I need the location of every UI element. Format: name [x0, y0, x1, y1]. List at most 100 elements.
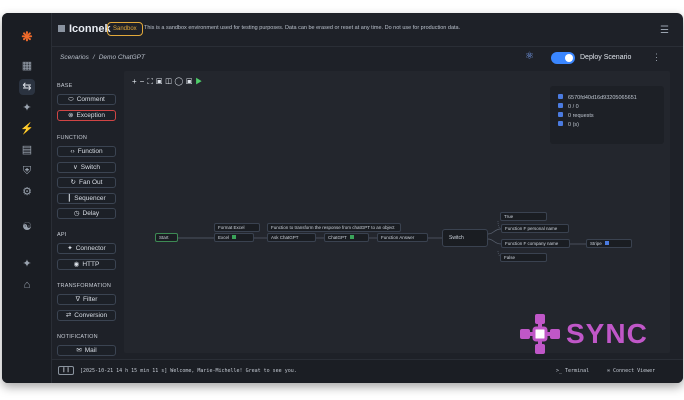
- node-label: Function F personal name: [505, 226, 558, 231]
- palette-item-conversion[interactable]: ⇄ Conversion: [57, 309, 116, 321]
- palette-item-label: Delay: [82, 210, 100, 217]
- fan-out-icon: ↻: [70, 179, 76, 186]
- scenario-header: Scenarios / Demo ChatGPT ⚛ Deploy Scenario…: [52, 47, 683, 69]
- palette-section-title: TRANSFORMATION: [57, 283, 112, 289]
- terminal-label: Terminal: [565, 368, 590, 374]
- palette-item-fan-out[interactable]: ↻ Fan Out: [57, 177, 116, 188]
- dashboard-icon[interactable]: ▦: [19, 58, 35, 74]
- palette-item-delay[interactable]: ◷ Delay: [57, 208, 116, 219]
- console-log: [2025-10-21 14 h 15 min 11 s] Welcome, M…: [80, 368, 297, 374]
- palette-item-mail[interactable]: ✉ Mail: [57, 345, 116, 356]
- node-palette: BASE ⬭ Comment ⊗ Exception FUNCTION ‹› Function…: [52, 69, 122, 359]
- chatgpt-icon: [349, 235, 354, 239]
- palette-item-switch[interactable]: ∨ Switch: [57, 161, 116, 173]
- palette-section-title: API: [57, 232, 67, 238]
- breadcrumb-root[interactable]: Scenarios: [60, 54, 89, 61]
- lightning-icon[interactable]: ⚡: [19, 121, 35, 137]
- sync-watermark-text: SYNC: [566, 318, 648, 349]
- palette-item-comment[interactable]: ⬭ Comment: [57, 94, 116, 105]
- palette-item-filter[interactable]: ∇ Filter: [57, 294, 116, 305]
- palette-item-function[interactable]: ‹› Function: [57, 146, 116, 157]
- node-stripe[interactable]: Stripe: [586, 239, 632, 248]
- share-icon[interactable]: ⚛: [525, 51, 534, 62]
- plugin-icon[interactable]: ✦: [19, 256, 35, 272]
- node-excel[interactable]: Excel: [214, 233, 254, 242]
- palette-item-connector[interactable]: ✦ Connector: [57, 243, 116, 254]
- menu-icon[interactable]: ☰: [660, 25, 669, 36]
- palette-item-label: Fan Out: [78, 179, 103, 186]
- brand-name: Iconnek: [69, 23, 111, 35]
- excel-icon: [232, 235, 237, 239]
- node-label: Excel: [218, 235, 230, 240]
- connect-viewer-button[interactable]: ∞ Connect Viewer: [607, 368, 655, 374]
- palette-item-label: Exception: [76, 111, 105, 119]
- clock-icon: ◷: [73, 210, 80, 217]
- palette-item-label: Switch: [80, 163, 100, 171]
- switch-icon: ∨: [73, 163, 78, 171]
- breadcrumb: Scenarios / Demo ChatGPT: [60, 54, 145, 61]
- sandbox-notice: This is a sandbox environment used for t…: [144, 25, 461, 31]
- stripe-icon: [604, 241, 609, 245]
- console-toggle-button[interactable]: ❙❙: [58, 366, 74, 375]
- node-label: Function F company name: [505, 241, 559, 246]
- sync-watermark: SYNC: [518, 312, 647, 356]
- mail-icon: ✉: [76, 347, 82, 354]
- connection-wires: [178, 220, 586, 258]
- palette-section-title: FUNCTION: [57, 135, 88, 141]
- breadcrumb-current: Demo ChatGPT: [98, 54, 145, 61]
- node-false[interactable]: False: [500, 253, 547, 262]
- node-label: Stripe: [590, 241, 602, 246]
- connectors-icon[interactable]: ✦: [19, 100, 35, 116]
- scenarios-icon[interactable]: ⇆: [19, 79, 35, 95]
- workflow-canvas[interactable]: +−⛶▣◫◯▣▶ 6570fd40d16d93205065651 0 / 00 r…: [124, 71, 670, 353]
- more-options-icon[interactable]: ⋮: [652, 52, 661, 63]
- palette-section-title: NOTIFICATION: [57, 334, 98, 340]
- node-chatgpt[interactable]: ChatGPT: [324, 233, 369, 242]
- settings-icon[interactable]: ⚙: [19, 184, 35, 200]
- palette-item-label: Comment: [76, 96, 105, 103]
- deploy-toggle[interactable]: [551, 52, 575, 64]
- conversion-icon: ⇄: [65, 311, 72, 319]
- console-bar: ❙❙ [2025-10-21 14 h 15 min 11 s] Welcome…: [52, 359, 683, 383]
- palette-item-label: Function: [77, 148, 103, 155]
- home-icon[interactable]: ⌂: [19, 277, 35, 293]
- globe-icon: ◉: [73, 260, 80, 268]
- sandbox-badge: Sandbox: [107, 22, 143, 36]
- node-function-answer[interactable]: Function Answer: [377, 233, 428, 242]
- node-start[interactable]: Start: [155, 233, 178, 242]
- palette-item-exception[interactable]: ⊗ Exception: [57, 109, 116, 121]
- node-switch[interactable]: Switch: [442, 229, 488, 247]
- node-label: Function Answer: [381, 235, 415, 240]
- node-label: ChatGPT: [328, 235, 347, 240]
- node-label: Switch: [449, 235, 464, 241]
- exception-icon: ⊗: [68, 111, 74, 119]
- palette-item-label: HTTP: [82, 260, 100, 268]
- palette-item-label: Mail: [84, 347, 97, 354]
- node-function-company-name[interactable]: Function F company name: [501, 239, 570, 248]
- terminal-button[interactable]: >_ Terminal: [556, 368, 589, 374]
- node-label: Ask ChatGPT: [271, 235, 299, 240]
- palette-item-http[interactable]: ◉ HTTP: [57, 258, 116, 270]
- brand: Iconnek: [58, 23, 111, 35]
- node-ask-chatgpt[interactable]: Ask ChatGPT: [267, 233, 316, 242]
- palette-item-label: Connector: [75, 245, 106, 252]
- node-function-personal-name[interactable]: Function F personal name: [501, 224, 569, 233]
- node-label: True: [504, 214, 514, 219]
- sync-logo-icon: [520, 314, 560, 354]
- code-icon: ‹›: [70, 148, 75, 155]
- icon-sidebar: ❋ ▦ ⇆ ✦ ⚡ ▤ ⛨ ⚙ ☯ ✦ ⌂: [2, 13, 52, 383]
- toggle-knob: [565, 54, 573, 62]
- logs-icon[interactable]: ▤: [19, 142, 35, 158]
- app-logo-icon: ❋: [21, 29, 33, 44]
- node-note-format-excel[interactable]: Format Excel: [214, 223, 260, 232]
- team-icon[interactable]: ☯: [19, 219, 35, 235]
- shield-icon[interactable]: ⛨: [19, 163, 35, 179]
- sequencer-icon: ┃: [67, 194, 72, 202]
- comment-icon: ⬭: [68, 96, 74, 103]
- palette-item-sequencer[interactable]: ┃ Sequencer: [57, 192, 116, 204]
- breadcrumb-separator: /: [92, 54, 95, 61]
- node-true[interactable]: True: [500, 212, 547, 221]
- node-label: Function to transform the response from …: [271, 225, 395, 230]
- node-label: Format Excel: [218, 225, 245, 230]
- node-note-transform[interactable]: Function to transform the response from …: [267, 223, 401, 232]
